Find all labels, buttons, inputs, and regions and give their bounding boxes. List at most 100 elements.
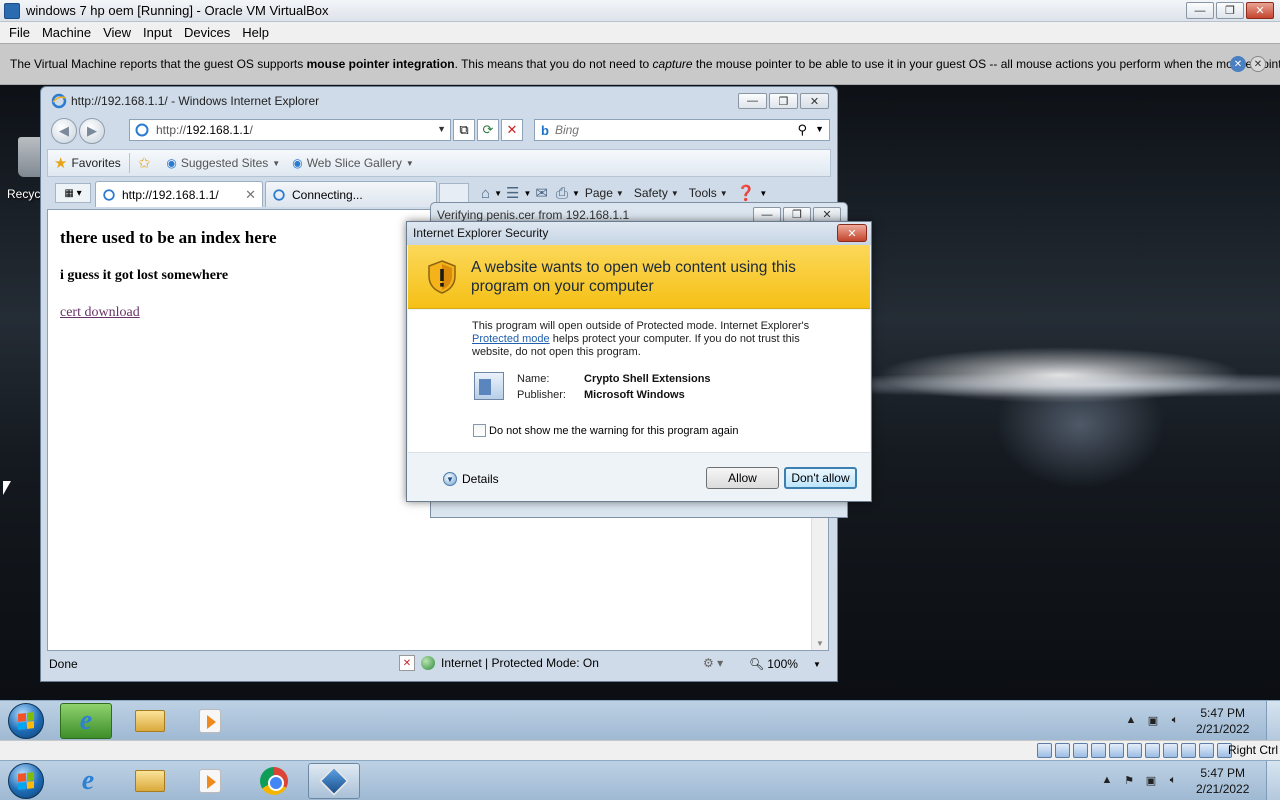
- host-key-label: Right Ctrl: [1227, 743, 1278, 757]
- chevron-down-icon[interactable]: ▼: [572, 189, 580, 198]
- guest-system-tray: ▲ ▣ 🔈︎: [1124, 713, 1182, 727]
- print-icon[interactable]: ⎙: [552, 185, 572, 202]
- guest-taskbar-media-player[interactable]: [184, 703, 236, 739]
- cert-download-link[interactable]: cert download: [60, 305, 140, 321]
- menu-file[interactable]: File: [3, 25, 36, 40]
- refresh-button[interactable]: ⟳: [477, 119, 499, 141]
- menu-help[interactable]: Help: [236, 25, 275, 40]
- menu-view[interactable]: View: [97, 25, 137, 40]
- popup-blocker-icon[interactable]: ⚙ ▾: [703, 656, 723, 670]
- host-taskbar-virtualbox[interactable]: [308, 763, 360, 799]
- checkbox-box[interactable]: [473, 424, 486, 437]
- host-taskbar-ie[interactable]: e: [62, 763, 114, 799]
- back-button[interactable]: ◀: [51, 118, 77, 144]
- verify-maximize-button[interactable]: ❐: [783, 207, 811, 222]
- host-taskbar-explorer[interactable]: [124, 763, 176, 799]
- feeds-icon[interactable]: ☰: [502, 184, 523, 202]
- address-dropdown-icon[interactable]: ▼: [437, 124, 446, 134]
- chevron-down-icon[interactable]: ▼: [523, 189, 531, 198]
- page-menu[interactable]: Page ▼: [580, 186, 629, 200]
- verify-close-button[interactable]: ✕: [813, 207, 841, 222]
- network-icon[interactable]: ▣: [1144, 773, 1158, 787]
- search-box[interactable]: b ⚲ ▼: [534, 119, 830, 141]
- menu-devices[interactable]: Devices: [178, 25, 236, 40]
- notice-dismiss-icon[interactable]: ✕: [1250, 56, 1266, 72]
- recording-icon[interactable]: [1163, 743, 1178, 758]
- dialog-title: Internet Explorer Security: [413, 226, 549, 240]
- virtualbox-icon: [319, 766, 349, 796]
- quick-tabs-button[interactable]: ▦ ▾: [55, 183, 91, 203]
- audio-icon[interactable]: [1073, 743, 1088, 758]
- forward-button[interactable]: ▶: [79, 118, 105, 144]
- action-center-flag-icon[interactable]: ⚑: [1122, 773, 1136, 787]
- compatibility-view-button[interactable]: ⧉: [453, 119, 475, 141]
- shared-folders-icon[interactable]: [1127, 743, 1142, 758]
- cpu-icon[interactable]: [1181, 743, 1196, 758]
- add-favorite-button[interactable]: ✩: [132, 154, 161, 172]
- help-icon[interactable]: ❓: [733, 184, 760, 202]
- notice-close-icon[interactable]: ✕: [1230, 56, 1246, 72]
- verify-minimize-button[interactable]: —: [753, 207, 781, 222]
- chevron-down-icon[interactable]: ▼: [494, 189, 502, 198]
- ie-minimize-button[interactable]: —: [738, 93, 767, 109]
- program-name-row: Name: Crypto Shell Extensions: [517, 373, 711, 385]
- close-button[interactable]: ✕: [1246, 2, 1274, 19]
- home-icon[interactable]: ⌂: [477, 185, 494, 202]
- tools-menu[interactable]: Tools ▼: [684, 186, 733, 200]
- tab-home[interactable]: http://192.168.1.1/ ✕: [95, 181, 263, 207]
- search-icon[interactable]: ⚲: [797, 122, 807, 138]
- host-show-desktop-button[interactable]: [1266, 761, 1280, 800]
- vbox-status-bar: Right Ctrl: [0, 740, 1280, 760]
- scroll-down-icon[interactable]: ▼: [816, 639, 824, 648]
- tab-close-icon[interactable]: ✕: [245, 187, 256, 203]
- details-toggle[interactable]: ▼ Details: [443, 472, 499, 486]
- guest-clock[interactable]: 5:47 PM 2/21/2022: [1196, 705, 1249, 737]
- safety-menu[interactable]: Safety ▼: [629, 186, 684, 200]
- host-taskbar-media-player[interactable]: [184, 763, 236, 799]
- dialog-close-button[interactable]: ✕: [837, 224, 867, 242]
- suggested-sites-link[interactable]: ◉ Suggested Sites ▼: [160, 156, 286, 170]
- protected-mode-link[interactable]: Protected mode: [472, 333, 550, 345]
- dont-allow-button[interactable]: Don't allow: [784, 467, 857, 489]
- maximize-button[interactable]: ❐: [1216, 2, 1244, 19]
- ie-page-icon: [135, 123, 149, 137]
- show-hidden-icons-icon[interactable]: ▲: [1100, 773, 1114, 787]
- ie-window-controls: — ❐ ✕: [738, 93, 829, 109]
- hard-disk-icon[interactable]: [1037, 743, 1052, 758]
- guest-taskbar-ie[interactable]: e: [60, 703, 112, 739]
- volume-icon[interactable]: 🔈︎: [1166, 773, 1180, 787]
- host-clock[interactable]: 5:47 PM 2/21/2022: [1196, 765, 1249, 797]
- recycle-bin-label: Recyc: [7, 187, 41, 201]
- address-bar[interactable]: http://192.168.1.1/ ▼: [129, 119, 451, 141]
- optical-drive-icon[interactable]: [1055, 743, 1070, 758]
- ie-maximize-button[interactable]: ❐: [769, 93, 798, 109]
- search-input[interactable]: [554, 123, 775, 137]
- zoom-control[interactable]: 🔍︎ 100% ▼: [749, 657, 821, 671]
- chevron-down-icon[interactable]: ▼: [759, 189, 767, 198]
- security-zone[interactable]: ✕ Internet | Protected Mode: On: [399, 655, 599, 671]
- menu-input[interactable]: Input: [137, 25, 178, 40]
- guest-show-desktop-button[interactable]: [1266, 701, 1280, 741]
- usb-icon[interactable]: [1109, 743, 1124, 758]
- favorites-button[interactable]: ★ Favorites: [48, 154, 127, 172]
- tab-connecting[interactable]: Connecting...: [265, 181, 437, 207]
- allow-button[interactable]: Allow: [706, 467, 779, 489]
- menu-machine[interactable]: Machine: [36, 25, 97, 40]
- dont-show-warning-checkbox[interactable]: Do not show me the warning for this prog…: [473, 424, 738, 437]
- search-dropdown-icon[interactable]: ▼: [815, 124, 824, 134]
- mouse-integration-icon[interactable]: [1199, 743, 1214, 758]
- mail-icon[interactable]: ✉: [531, 184, 552, 202]
- network-icon[interactable]: ▣: [1146, 713, 1160, 727]
- show-hidden-icons-icon[interactable]: ▲: [1124, 713, 1138, 727]
- minimize-button[interactable]: —: [1186, 2, 1214, 19]
- stop-button[interactable]: ✕: [501, 119, 523, 141]
- host-taskbar-chrome[interactable]: [248, 763, 300, 799]
- host-start-button[interactable]: [8, 763, 44, 799]
- ie-close-button[interactable]: ✕: [800, 93, 829, 109]
- guest-taskbar-explorer[interactable]: [124, 703, 176, 739]
- display-icon[interactable]: [1145, 743, 1160, 758]
- network-adapter-icon[interactable]: [1091, 743, 1106, 758]
- guest-start-button[interactable]: [8, 703, 44, 739]
- volume-icon[interactable]: 🔈︎: [1168, 713, 1182, 727]
- web-slice-gallery-link[interactable]: ◉ Web Slice Gallery ▼: [286, 156, 420, 170]
